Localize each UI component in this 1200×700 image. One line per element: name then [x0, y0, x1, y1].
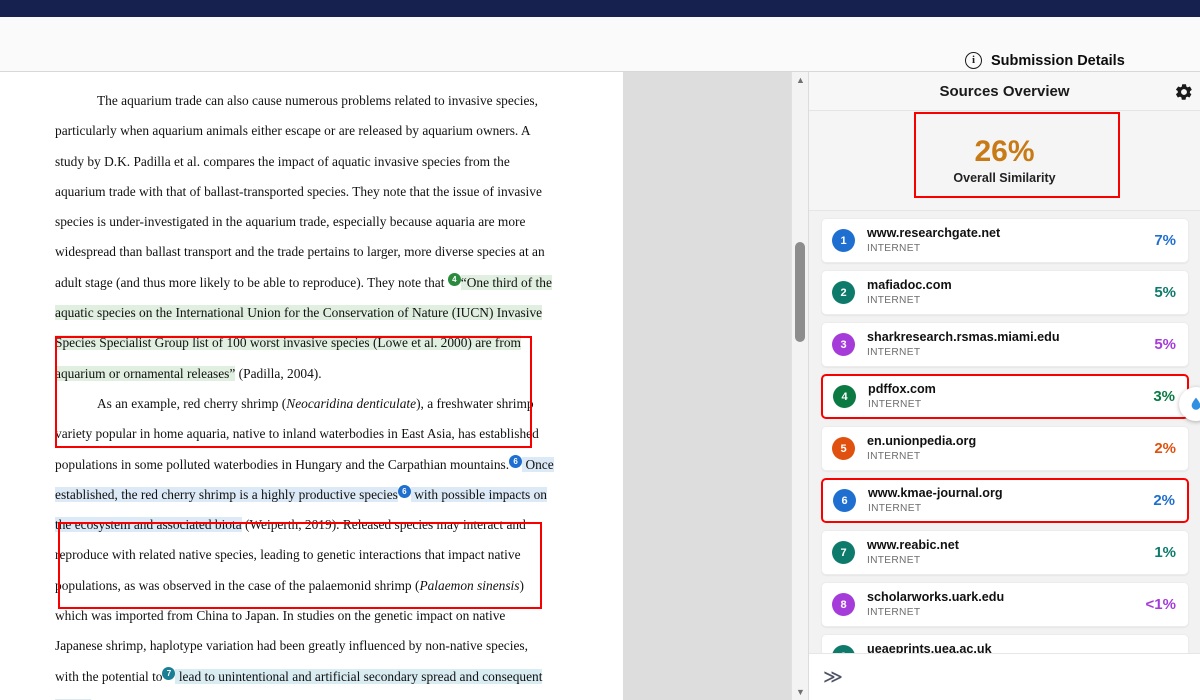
collapse-panel-button[interactable]: ≫ [823, 668, 841, 687]
source-rank-badge: 1 [832, 229, 855, 252]
source-row[interactable]: 7 www.reabic.netINTERNET 1% [821, 530, 1189, 575]
source-url[interactable]: www.reabic.net [867, 538, 1146, 554]
source-type: INTERNET [867, 450, 1146, 463]
source-url[interactable]: www.kmae-journal.org [868, 486, 1145, 502]
source-row[interactable]: 2 mafiadoc.comINTERNET 5% [821, 270, 1189, 315]
source-url[interactable]: scholarworks.uark.edu [867, 590, 1138, 606]
source-url[interactable]: pdffox.com [868, 382, 1145, 398]
source-row[interactable]: 4 pdffox.comINTERNET 3% [821, 374, 1189, 419]
document-viewer[interactable]: The aquarium trade can also cause numero… [0, 72, 808, 700]
similarity-marker-6b[interactable]: 6 [398, 485, 411, 498]
source-info: sharkresearch.rsmas.miami.eduINTERNET [867, 330, 1146, 359]
source-url[interactable]: en.unionpedia.org [867, 434, 1146, 450]
source-percent: 1% [1154, 544, 1176, 561]
submission-details-label: Submission Details [991, 53, 1125, 69]
sources-panel-scrollbar[interactable] [808, 72, 809, 700]
source-type: INTERNET [868, 398, 1145, 411]
document-page: The aquarium trade can also cause numero… [0, 72, 623, 700]
document-text: The aquarium trade can also cause numero… [55, 86, 555, 700]
info-icon: i [965, 52, 982, 69]
source-percent: 5% [1154, 284, 1176, 301]
source-percent: 5% [1154, 336, 1176, 353]
source-info: www.researchgate.netINTERNET [867, 226, 1146, 255]
source-url[interactable]: www.researchgate.net [867, 226, 1146, 242]
source-rank-badge: 4 [833, 385, 856, 408]
similarity-marker-4[interactable]: 4 [448, 273, 461, 286]
paragraph-1-tail: (Padilla, 2004). [235, 366, 321, 381]
submission-details-button[interactable]: i Submission Details [965, 52, 1125, 69]
scroll-down-arrow[interactable]: ▼ [792, 684, 808, 700]
gear-icon[interactable] [1174, 82, 1194, 102]
paragraph-1-body: The aquarium trade can also cause numero… [55, 93, 545, 290]
document-scrollbar[interactable]: ▲ ▼ [791, 72, 808, 700]
source-info: en.unionpedia.orgINTERNET [867, 434, 1146, 463]
scrollbar-thumb[interactable] [795, 242, 805, 342]
paragraph-2-lead: As an example, red cherry shrimp ( [97, 396, 286, 411]
scroll-up-arrow[interactable]: ▲ [792, 72, 808, 88]
source-info: www.reabic.netINTERNET [867, 538, 1146, 567]
sources-panel-title: Sources Overview [939, 83, 1069, 100]
source-info: scholarworks.uark.eduINTERNET [867, 590, 1138, 619]
source-row[interactable]: 3 sharkresearch.rsmas.miami.eduINTERNET 5% [821, 322, 1189, 367]
source-row[interactable]: 5 en.unionpedia.orgINTERNET 2% [821, 426, 1189, 471]
sources-panel: Sources Overview 26% Overall Similarity … [808, 72, 1200, 700]
source-row[interactable]: 6 www.kmae-journal.orgINTERNET 2% [821, 478, 1189, 523]
source-percent: 7% [1154, 232, 1176, 249]
source-row[interactable]: 1 www.researchgate.netINTERNET 7% [821, 218, 1189, 263]
sources-panel-footer: ≫ [809, 653, 1200, 700]
source-type: INTERNET [867, 606, 1138, 619]
overall-similarity-percent: 26% [974, 136, 1034, 168]
source-rank-badge: 2 [832, 281, 855, 304]
source-info: mafiadoc.comINTERNET [867, 278, 1146, 307]
source-rank-badge: 7 [832, 541, 855, 564]
app-top-bar [0, 0, 1200, 17]
toolbar: i Submission Details [0, 17, 1200, 72]
source-info: www.kmae-journal.orgINTERNET [868, 486, 1145, 515]
species-name-neocaridina: Neocaridina denticulate [286, 396, 416, 411]
sources-panel-header: Sources Overview [809, 72, 1200, 111]
source-row[interactable]: 8 scholarworks.uark.eduINTERNET <1% [821, 582, 1189, 627]
source-rank-badge: 8 [832, 593, 855, 616]
similarity-marker-6a[interactable]: 6 [509, 455, 522, 468]
source-percent: 2% [1153, 492, 1175, 509]
similarity-marker-7[interactable]: 7 [162, 667, 175, 680]
sources-list[interactable]: 1www.researchgate.netINTERNET7%2mafiadoc… [809, 212, 1200, 700]
source-rank-badge: 3 [832, 333, 855, 356]
source-type: INTERNET [867, 554, 1146, 567]
overall-similarity-card: 26% Overall Similarity [809, 111, 1200, 211]
source-url[interactable]: sharkresearch.rsmas.miami.edu [867, 330, 1146, 346]
source-percent: 3% [1153, 388, 1175, 405]
source-type: INTERNET [867, 346, 1146, 359]
source-info: pdffox.comINTERNET [868, 382, 1145, 411]
source-percent: 2% [1154, 440, 1176, 457]
species-name-palaemon: Palaemon sinensis [419, 578, 519, 593]
source-type: INTERNET [867, 294, 1146, 307]
paragraph-1: The aquarium trade can also cause numero… [55, 86, 555, 389]
source-rank-badge: 6 [833, 489, 856, 512]
source-percent: <1% [1146, 596, 1176, 613]
source-type: INTERNET [867, 242, 1146, 255]
paragraph-2: As an example, red cherry shrimp (Neocar… [55, 389, 555, 700]
source-rank-badge: 5 [832, 437, 855, 460]
source-type: INTERNET [868, 502, 1145, 515]
overall-similarity-label: Overall Similarity [953, 171, 1055, 185]
paragraph-2-tail: ) which was imported from China to Japan… [55, 578, 528, 684]
source-url[interactable]: mafiadoc.com [867, 278, 1146, 294]
